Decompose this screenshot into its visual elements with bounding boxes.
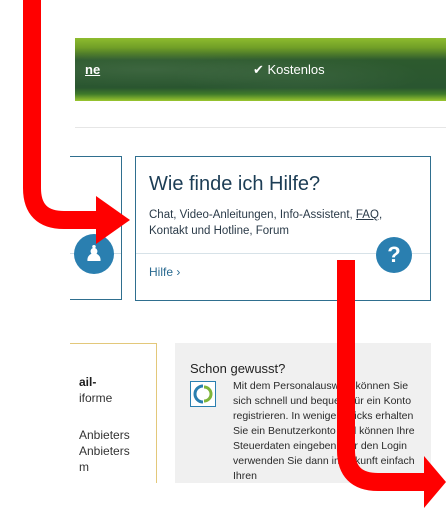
did-you-know-title: Schon gewusst? <box>190 361 286 376</box>
red-arrow-right <box>337 260 446 508</box>
red-arrow-left <box>23 0 130 244</box>
help-card-title: Wie finde ich Hilfe? <box>149 173 321 195</box>
faq-link[interactable]: FAQ <box>356 209 379 221</box>
help-card-description: Chat, Video-Anleitungen, Info-Assistent,… <box>149 207 419 239</box>
email-box-line: Anbieters <box>79 428 130 442</box>
email-box-title: ail- <box>79 375 97 389</box>
id-card-icon <box>190 381 216 407</box>
email-box-line: m <box>79 460 89 474</box>
email-box-line: iforme <box>79 391 113 405</box>
free-label: ✔ Kostenlos <box>253 62 325 77</box>
email-box-line: Anbieters <box>79 444 130 458</box>
help-desc-text: Chat, Video-Anleitungen, Info-Assistent, <box>149 209 356 221</box>
help-link[interactable]: Hilfe › <box>149 265 180 279</box>
